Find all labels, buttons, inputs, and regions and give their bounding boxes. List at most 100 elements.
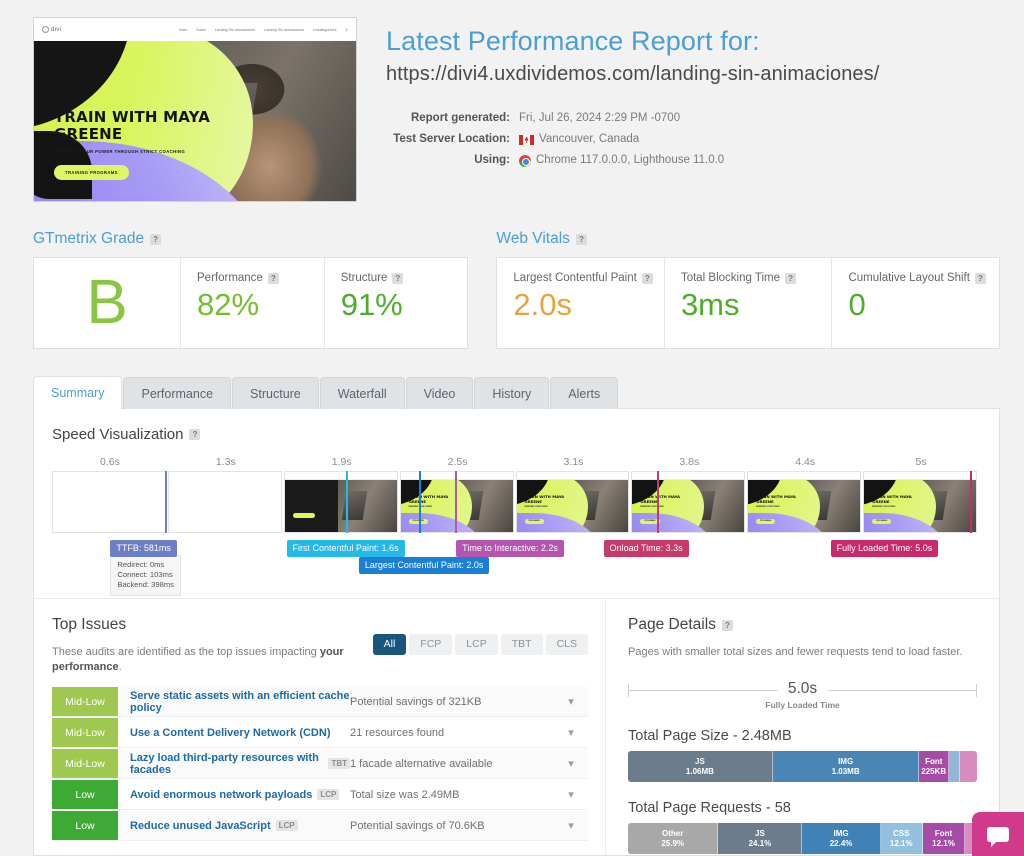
page-screenshot-thumbnail[interactable]: divi Inicio Sobre Landing Sin animacione… — [33, 17, 357, 202]
table-row[interactable]: Low Reduce unused JavaScript LCP Potenti… — [52, 811, 588, 841]
badge-fcp[interactable]: First Contentful Paint: 1.6s — [286, 540, 405, 557]
issue-detail: Potential savings of 70.6KB — [350, 819, 485, 832]
chevron-down-icon[interactable]: ▾ — [554, 718, 588, 747]
filter-cls[interactable]: CLS — [545, 634, 588, 655]
summary-panel: Speed Visualization ? 0.6s 1.3s 1.9s 2.5… — [33, 408, 1000, 856]
help-icon[interactable]: ? — [189, 429, 201, 440]
top-issues-subtitle: These audits are identified as the top i… — [52, 646, 344, 673]
meta-label: Test Server Location: — [393, 133, 510, 145]
badge-ttfb[interactable]: TTFB: 581ms — [110, 540, 177, 557]
tab-performance[interactable]: Performance — [123, 377, 232, 409]
tick-label: 3.8s — [679, 456, 700, 468]
requests-segment-other[interactable]: OtherOther 25.9%25.9% — [628, 823, 719, 854]
filter-fcp[interactable]: FCP — [409, 634, 453, 655]
table-row[interactable]: Mid-Low Use a Content Delivery Network (… — [52, 718, 588, 748]
filter-tbt[interactable]: TBT — [500, 634, 543, 655]
tick-label: 4.4s — [795, 456, 816, 468]
fully-loaded-time-bar: 5.0s Fully Loaded Time — [628, 680, 977, 710]
help-icon[interactable]: ? — [392, 272, 404, 284]
tab-alerts[interactable]: Alerts — [550, 377, 619, 409]
tab-summary[interactable]: Summary — [33, 376, 123, 409]
grade-cell: B — [34, 258, 180, 348]
issue-name[interactable]: Lazy load third-party resources with fac… — [118, 749, 350, 778]
filmstrip-frames: TRAIN WITH MAYA GREENE REDEFINE YOUR POWER… — [52, 471, 979, 533]
issue-detail: 1 facade alternative available — [350, 757, 493, 770]
meta-value: Fri, Jul 26, 2024 2:29 PM -0700 — [519, 112, 681, 124]
size-segment-img[interactable]: IMG 1.03MB — [772, 751, 920, 782]
help-icon[interactable]: ? — [150, 233, 162, 245]
marker-line-ttfb — [165, 471, 168, 533]
filter-lcp[interactable]: LCP — [455, 634, 498, 655]
badge-lcp[interactable]: Largest Contentful Paint: 2.0s — [358, 557, 490, 574]
severity-badge: Mid-Low — [52, 749, 118, 778]
issue-name[interactable]: Serve static assets with an efficient ca… — [118, 687, 350, 716]
table-row[interactable]: Mid-Low Lazy load third-party resources … — [52, 749, 588, 779]
top-issues-header-row: These audits are identified as the top i… — [52, 634, 588, 675]
chat-widget-button[interactable] — [972, 812, 1024, 856]
scores-section: GTmetrix Grade ? B Performance ? 82% Str… — [0, 230, 1024, 349]
grade-letter: B — [86, 268, 128, 337]
table-row[interactable]: Low Avoid enormous network payloads LCP … — [52, 780, 588, 810]
tab-video[interactable]: Video — [405, 377, 474, 409]
hero-title-line2: GREENE — [54, 125, 123, 143]
filmstrip-frame[interactable] — [167, 471, 282, 533]
metric-tag: LCP — [317, 789, 340, 800]
requests-segment-js[interactable]: JS 24.1% — [718, 823, 803, 854]
page-details-column: Page Details ? Pages with smaller total … — [606, 599, 999, 855]
tab-history[interactable]: History — [474, 377, 550, 409]
thumbnail-site-nav: divi Inicio Sobre Landing Sin animacione… — [34, 18, 356, 41]
badge-onload[interactable]: Onload Time: 3.3s — [603, 540, 689, 557]
badge-tti[interactable]: Time to Interactive: 2.2s — [456, 540, 564, 557]
requests-segment-css[interactable]: CSS 12.1% — [880, 823, 923, 854]
help-icon[interactable]: ? — [974, 272, 986, 284]
requests-segment-img[interactable]: IMG 22.4% — [802, 823, 881, 854]
badge-fully-loaded[interactable]: Fully Loaded Time: 5.0s — [830, 540, 939, 557]
chevron-down-icon[interactable]: ▾ — [554, 749, 588, 778]
filter-all[interactable]: All — [372, 634, 407, 655]
help-icon[interactable]: ? — [267, 272, 279, 284]
issue-name[interactable]: Use a Content Delivery Network (CDN) — [118, 718, 350, 747]
filmstrip-frame[interactable] — [283, 471, 398, 533]
size-segment-other[interactable] — [959, 751, 977, 782]
marker-line-lcp — [419, 471, 422, 533]
lcp-cell: Largest Contentful Paint ? 2.0s — [497, 258, 664, 348]
performance-label: Performance ? — [197, 272, 324, 284]
thumbnail-nav-items: Inicio Sobre Landing Sin animaciones Lan… — [178, 27, 348, 32]
filmstrip-frame[interactable] — [52, 471, 166, 533]
chevron-down-icon[interactable]: ▾ — [554, 780, 588, 809]
help-icon[interactable]: ? — [721, 619, 733, 631]
help-icon[interactable]: ? — [575, 233, 587, 245]
filmstrip-frame[interactable]: TRAIN WITH MAYA GREENE REDEFINE YOUR POWER… — [747, 471, 862, 533]
page-title: Latest Performance Report for: — [386, 26, 760, 56]
requests-segment-font[interactable]: Font 12.1% — [922, 823, 966, 854]
gtmetrix-grade-card: B Performance ? 82% Structure ? 91% — [33, 257, 469, 349]
canada-flag-icon — [519, 134, 534, 145]
meta-row-server-location: Test Server Location: Vancouver, Canada — [386, 132, 879, 147]
ttfb-backend: Backend: 398ms — [117, 580, 174, 589]
marker-line-tti — [455, 471, 458, 533]
ttfb-connect: Connect: 103ms — [117, 570, 173, 579]
chevron-down-icon[interactable]: ▾ — [554, 687, 588, 716]
chevron-down-icon[interactable]: ▾ — [554, 811, 588, 840]
report-url[interactable]: https://divi4.uxdividemos.com/landing-si… — [386, 59, 879, 89]
size-segment-css[interactable] — [949, 751, 960, 782]
page-details-title: Page Details ? — [628, 616, 977, 634]
tab-waterfall[interactable]: Waterfall — [319, 377, 405, 409]
size-segment-js[interactable]: JS 1.06MB — [628, 751, 773, 782]
meta-label: Using: — [474, 154, 510, 166]
filmstrip-frame[interactable]: TRAIN WITH MAYA GREENE REDEFINE YOUR POWER… — [515, 471, 630, 533]
size-segment-font[interactable]: Font 225KB — [919, 751, 950, 782]
filmstrip-frame[interactable]: TRAIN WITH MAYA GREENE REDEFINE YOUR POWER… — [863, 471, 977, 533]
filmstrip-frame[interactable]: TRAIN WITH MAYA GREENE REDEFINE YOUR POWER… — [631, 471, 746, 533]
issue-name[interactable]: Reduce unused JavaScript LCP — [118, 811, 350, 840]
tab-structure[interactable]: Structure — [232, 377, 319, 409]
ttfb-redirect: Redirect: 0ms — [117, 560, 165, 569]
timeline-ticks: 0.6s 1.3s 1.9s 2.5s 3.1s 3.8s 4.4s 5s — [52, 456, 979, 471]
help-icon[interactable]: ? — [785, 272, 797, 284]
issue-detail: Potential savings of 321KB — [350, 695, 482, 708]
cls-cell: Cumulative Layout Shift ? 0 — [831, 258, 999, 348]
table-row[interactable]: Mid-Low Serve static assets with an effi… — [52, 687, 588, 717]
help-icon[interactable]: ? — [641, 272, 653, 284]
issue-name[interactable]: Avoid enormous network payloads LCP — [118, 780, 350, 809]
meta-label: Report generated: — [410, 112, 510, 124]
